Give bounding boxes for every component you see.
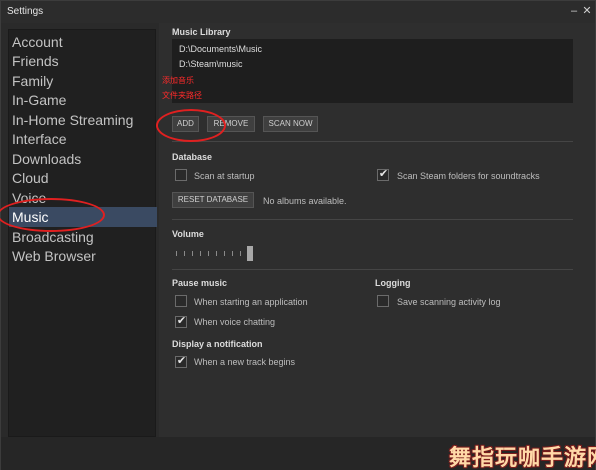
sidebar-item-account[interactable]: Account [9,32,157,52]
scan-now-button[interactable]: SCAN NOW [263,116,318,132]
section-divider [172,141,573,142]
scan-steam-checkbox[interactable]: ✔ [377,168,389,181]
scan-startup-label: Scan at startup [194,171,255,181]
scan-steam-label: Scan Steam folders for soundtracks [397,171,540,181]
music-library-title: Music Library [172,27,231,37]
volume-title: Volume [172,229,204,239]
pause-music-title: Pause music [172,278,228,288]
reset-database-button[interactable]: RESET DATABASE [172,192,254,208]
annotation-circle-music [0,198,105,232]
slider-tick [224,251,225,256]
slider-tick [240,251,241,256]
watermark-logo: 舞指玩咖手游网 [441,437,596,470]
title-bar[interactable]: Settings – ✕ [1,1,595,23]
annotation-circle-add [156,109,226,142]
slider-tick [232,251,233,256]
volume-slider-thumb[interactable] [247,246,253,261]
slider-tick [216,251,217,256]
sidebar-item-interface[interactable]: Interface [9,129,157,149]
settings-sidebar: Account Friends Family In-Game In-Home S… [8,29,157,437]
close-icon[interactable]: ✕ [580,4,594,18]
volume-slider[interactable] [174,244,253,262]
pause-on-app-checkbox[interactable] [175,295,187,307]
slider-tick [184,251,185,256]
sidebar-item-family[interactable]: Family [9,71,157,91]
sidebar-item-web-browser[interactable]: Web Browser [9,246,157,266]
slider-tick [200,251,201,256]
sidebar-item-downloads[interactable]: Downloads [9,149,157,169]
slider-tick [208,251,209,256]
sidebar-item-cloud[interactable]: Cloud [9,168,157,188]
sidebar-item-in-home-streaming[interactable]: In-Home Streaming [9,110,157,130]
save-log-checkbox[interactable] [377,295,389,307]
pause-on-app-label: When starting an application [194,297,308,307]
minimize-icon[interactable]: – [567,4,581,18]
check-icon: ✔ [378,168,389,180]
music-library-list[interactable]: D:\Documents\Music D:\Steam\music [172,39,573,103]
check-icon: ✔ [176,315,187,327]
new-track-label: When a new track begins [194,357,296,367]
settings-window: Settings – ✕ Account Friends Family In-G… [0,0,596,470]
library-path-item[interactable]: D:\Documents\Music [179,44,262,54]
save-log-label: Save scanning activity log [397,297,501,307]
sidebar-item-in-game[interactable]: In-Game [9,90,157,110]
logging-title: Logging [375,278,411,288]
annotation-add-music: 添加音乐 [162,76,194,85]
scan-startup-checkbox[interactable] [175,169,187,181]
section-divider [172,269,573,270]
slider-tick [192,251,193,256]
sidebar-item-friends[interactable]: Friends [9,51,157,71]
database-title: Database [172,152,213,162]
slider-tick [176,251,177,256]
window-title: Settings [7,6,44,17]
annotation-folder-path: 文件夹路径 [162,91,202,100]
pause-on-voice-checkbox[interactable]: ✔ [175,315,187,328]
pause-on-voice-label: When voice chatting [194,317,276,327]
watermark-text: 舞指玩咖手游网 [449,445,596,470]
notification-title: Display a notification [172,339,263,349]
section-divider [172,219,573,220]
check-icon: ✔ [176,355,187,367]
new-track-checkbox[interactable]: ✔ [175,355,187,368]
library-path-item[interactable]: D:\Steam\music [179,59,243,69]
database-status: No albums available. [263,196,347,206]
